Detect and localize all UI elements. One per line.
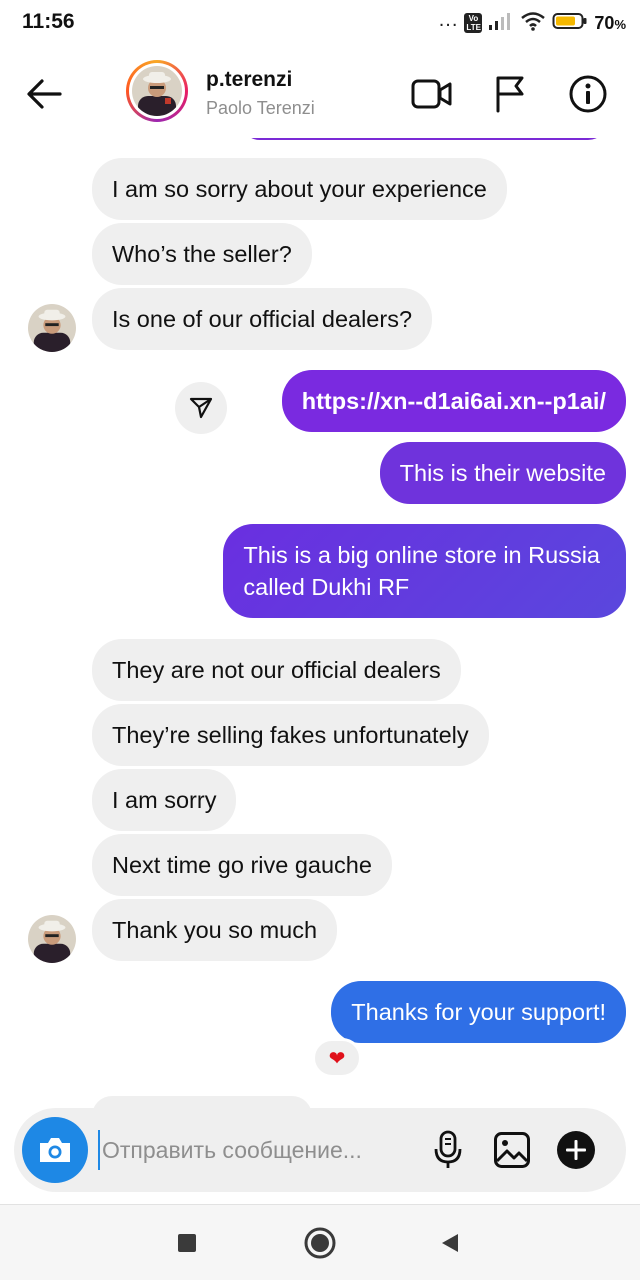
- report-button[interactable]: [488, 72, 532, 116]
- status-icons: ... Vo LTE 70%: [439, 10, 626, 36]
- camera-icon: [40, 1138, 70, 1162]
- notification-dots: ...: [438, 9, 459, 31]
- message-composer: [14, 1108, 626, 1192]
- home-circle-icon: [304, 1227, 336, 1259]
- battery-percent: 70%: [594, 13, 626, 34]
- outgoing-message[interactable]: This is a big online store in Russia cal…: [223, 524, 626, 618]
- gallery-button[interactable]: [490, 1128, 534, 1172]
- back-arrow-icon: [27, 79, 62, 109]
- outgoing-message[interactable]: Thanks for your support!: [331, 981, 626, 1043]
- outgoing-message[interactable]: This is their website: [379, 442, 626, 504]
- header-username[interactable]: p.terenzi: [206, 68, 292, 92]
- status-bar: 11:56 ... Vo LTE 70%: [0, 0, 640, 46]
- sender-avatar[interactable]: [28, 304, 76, 352]
- send-icon: [189, 397, 213, 419]
- incoming-message[interactable]: Thank you so much: [92, 899, 338, 961]
- flag-icon: [496, 76, 524, 113]
- video-call-button[interactable]: [410, 72, 454, 116]
- video-call-icon: [411, 79, 452, 109]
- dm-screen: 11:56 ... Vo LTE 70% p.terenzi Paolo Ter…: [0, 0, 640, 1280]
- triangle-back-icon: [442, 1234, 458, 1252]
- home-button[interactable]: [300, 1223, 340, 1263]
- info-icon: [569, 75, 607, 113]
- profile-avatar[interactable]: [126, 60, 188, 122]
- system-nav-bar: [0, 1204, 640, 1280]
- sender-avatar[interactable]: [28, 915, 76, 963]
- wifi-icon: [520, 11, 546, 36]
- back-button[interactable]: [22, 72, 66, 116]
- camera-button[interactable]: [22, 1117, 88, 1183]
- recents-button[interactable]: [167, 1223, 207, 1263]
- microphone-icon: [434, 1130, 462, 1168]
- message-line: called Dukhi RF: [243, 574, 410, 600]
- previous-message-edge: [240, 138, 608, 140]
- voice-message-button[interactable]: [426, 1128, 470, 1172]
- incoming-message[interactable]: I am so sorry about your experience: [92, 158, 507, 220]
- incoming-message[interactable]: They are not our official dealers: [92, 639, 461, 701]
- gallery-icon: [494, 1132, 530, 1168]
- battery-icon: [552, 11, 588, 36]
- message-thread: I am so sorry about your experience Who’…: [0, 138, 640, 1108]
- incoming-message[interactable]: Is one of our official dealers?: [92, 288, 433, 350]
- outgoing-link-message[interactable]: https://xn--d1ai6ai.xn--p1ai/: [281, 370, 626, 432]
- partial-message: [92, 1096, 312, 1108]
- header-full-name: Paolo Terenzi: [206, 98, 315, 118]
- incoming-message[interactable]: Next time go rive gauche: [92, 834, 392, 896]
- info-button[interactable]: [566, 72, 610, 116]
- incoming-message[interactable]: Who’s the seller?: [92, 223, 312, 285]
- incoming-message[interactable]: I am sorry: [92, 769, 237, 831]
- avatar-photo: [132, 66, 182, 116]
- signal-icon: [488, 11, 514, 36]
- share-link-button[interactable]: [175, 382, 227, 434]
- conversation-header: p.terenzi Paolo Terenzi: [0, 46, 640, 138]
- square-icon: [178, 1234, 196, 1252]
- battery-unit: %: [614, 16, 626, 32]
- more-options-button[interactable]: [554, 1128, 598, 1172]
- message-input[interactable]: [98, 1130, 418, 1170]
- incoming-message[interactable]: They’re selling fakes unfortunately: [92, 704, 489, 766]
- heart-icon: ❤: [328, 1047, 346, 1070]
- volte-badge: Vo LTE: [464, 13, 483, 33]
- back-nav-button[interactable]: [430, 1223, 470, 1263]
- plus-icon: [557, 1131, 595, 1169]
- battery-value: 70: [594, 12, 615, 33]
- message-line: This is a big online store in Russia: [243, 542, 600, 568]
- status-time: 11:56: [22, 10, 75, 33]
- heart-reaction[interactable]: ❤: [312, 1038, 362, 1078]
